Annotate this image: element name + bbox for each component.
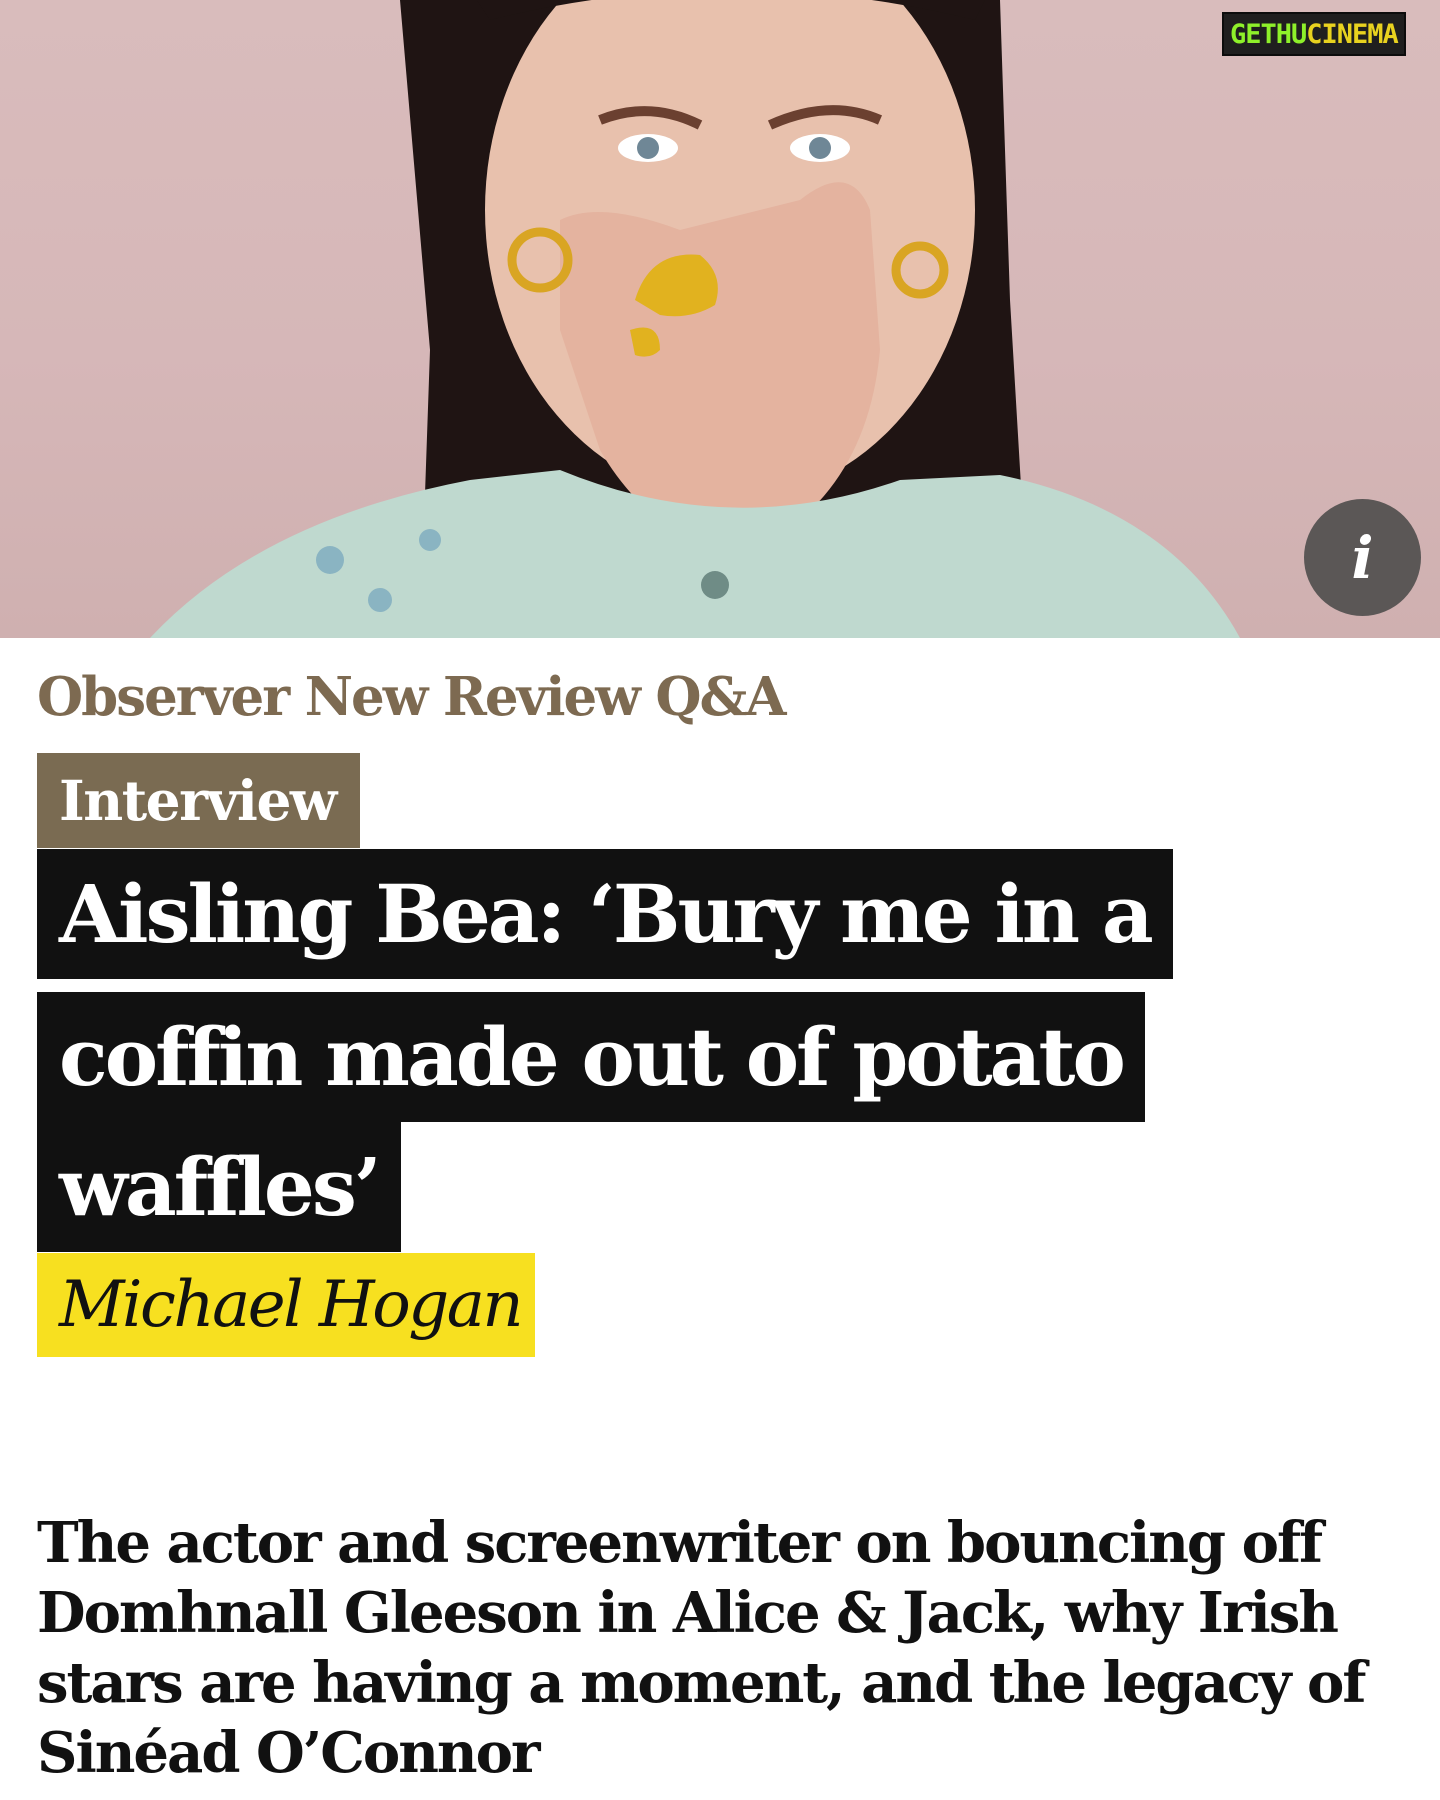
series-label[interactable]: Observer New Review Q&A [37, 666, 786, 728]
author-byline[interactable]: Michael Hogan [37, 1253, 536, 1357]
standfirst: The actor and screenwriter on bouncing o… [37, 1510, 1366, 1786]
hero-image: i GETHU CINEMA [0, 0, 1440, 638]
article-tag: Interview [37, 753, 360, 848]
headline-line-3: waffles’ [37, 1122, 401, 1252]
watermark-part-1: GETHU [1230, 18, 1307, 50]
watermark-part-2: CINEMA [1306, 18, 1399, 50]
headline-line-1: Aisling Bea: ‘Bury me in a [37, 849, 1173, 979]
watermark-logo: GETHU CINEMA [1222, 8, 1438, 58]
info-icon: i [1351, 523, 1374, 592]
info-button[interactable]: i [1304, 499, 1421, 616]
watermark-text: GETHU CINEMA [1222, 12, 1406, 56]
headline-line-2: coffin made out of potato [37, 992, 1145, 1122]
portrait-photo [150, 0, 1240, 638]
